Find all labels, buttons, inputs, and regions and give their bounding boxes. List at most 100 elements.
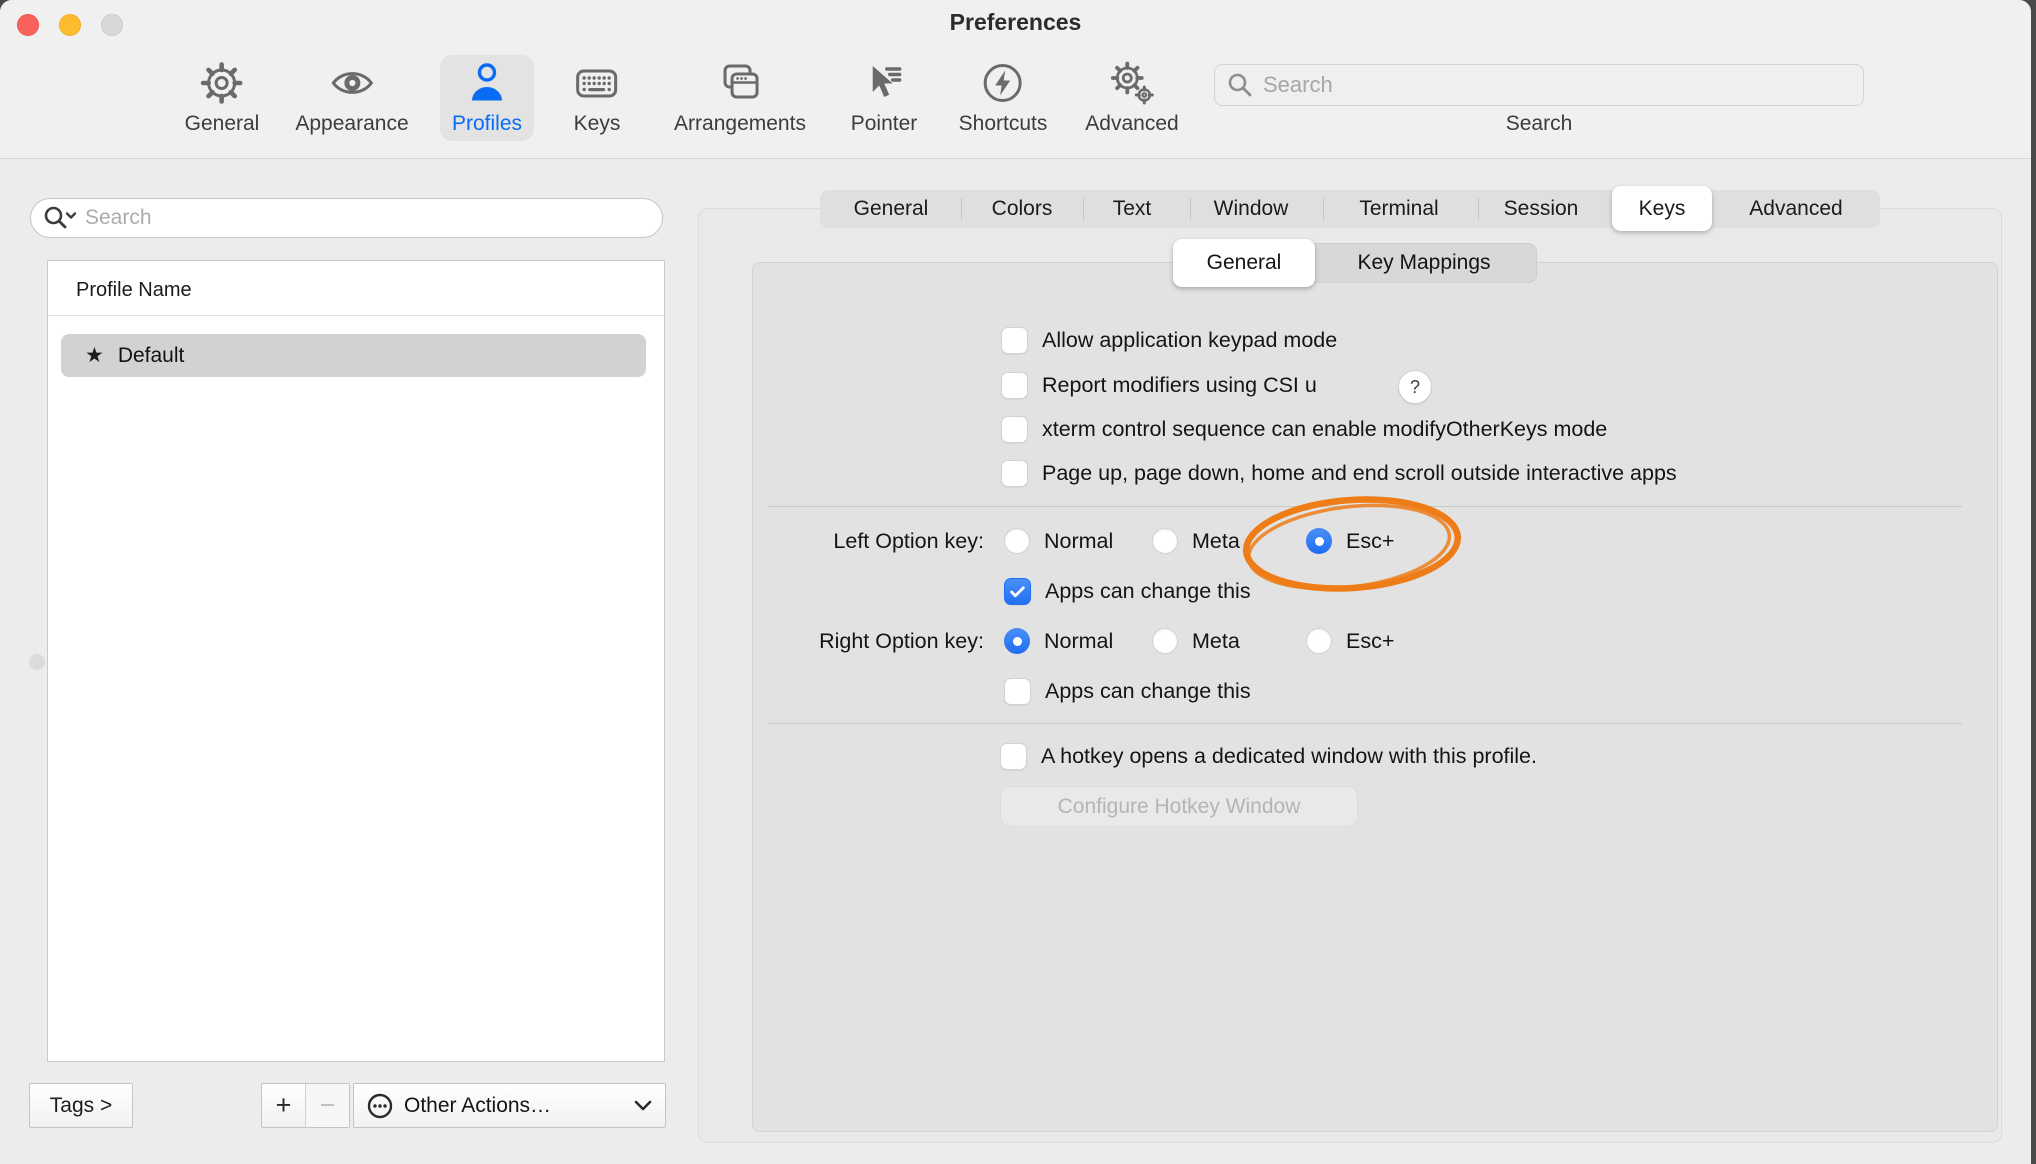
toolbar-label: Profiles	[452, 112, 522, 136]
tab-colors[interactable]: Colors	[992, 197, 1053, 221]
checkbox-label: Apps can change this	[1045, 579, 1251, 604]
checkbox-row: Allow application keypad mode	[1001, 327, 1337, 354]
keyboard-icon	[574, 60, 620, 106]
tab-keys[interactable]: Keys	[1639, 197, 1686, 221]
radio-label: Normal	[1044, 629, 1113, 654]
minimize-button[interactable]	[59, 14, 81, 36]
tab-separator	[961, 198, 962, 220]
allow-keypad-checkbox[interactable]	[1001, 327, 1028, 354]
toolbar-label: Keys	[574, 112, 621, 136]
profile-list: Profile Name ★ Default	[47, 260, 665, 1062]
subtab-general[interactable]: General	[1207, 251, 1282, 275]
left-option-normal-radio[interactable]	[1004, 528, 1030, 554]
checkbox-label: xterm control sequence can enable modify…	[1042, 417, 1607, 442]
right-apps-can-change-checkbox[interactable]	[1004, 678, 1031, 705]
right-option-normal-radio[interactable]	[1004, 628, 1030, 654]
csi-u-checkbox[interactable]	[1001, 372, 1028, 399]
profile-search-input[interactable]: Search	[30, 198, 663, 238]
zoom-button[interactable]	[101, 14, 123, 36]
tab-terminal[interactable]: Terminal	[1359, 197, 1438, 221]
eye-icon	[329, 60, 375, 106]
toolbar-search-caption: Search	[1506, 112, 1573, 136]
scroll-outside-apps-checkbox[interactable]	[1001, 460, 1028, 487]
radio-group-right-option: Normal	[1004, 628, 1113, 654]
tab-separator	[1323, 198, 1324, 220]
checkbox-row: A hotkey opens a dedicated window with t…	[1000, 743, 1537, 770]
radio-label: Normal	[1044, 529, 1113, 554]
toolbar-label: Arrangements	[674, 112, 806, 136]
window-title: Preferences	[950, 9, 1082, 36]
profile-row-default[interactable]: ★ Default	[61, 334, 646, 377]
radio-label: Meta	[1192, 629, 1240, 654]
toolbar-label: Appearance	[295, 112, 408, 136]
checkbox-label: Page up, page down, home and end scroll …	[1042, 461, 1677, 486]
profile-list-header: Profile Name	[76, 279, 192, 302]
gear-icon	[199, 60, 245, 106]
lightning-circle-icon	[980, 60, 1026, 106]
toolbar-search-input[interactable]: Search	[1214, 64, 1864, 106]
toolbar-item-general[interactable]: General	[173, 55, 272, 141]
close-button[interactable]	[17, 14, 39, 36]
radio-label: Esc+	[1346, 629, 1394, 654]
preferences-window: Preferences General Appearance Profiles …	[0, 0, 2031, 1164]
toolbar-label: Pointer	[851, 112, 918, 136]
right-option-meta-radio[interactable]	[1152, 628, 1178, 654]
other-actions-dropdown[interactable]: Other Actions…	[353, 1083, 666, 1128]
toolbar-label: General	[185, 112, 260, 136]
toolbar-item-pointer[interactable]: Pointer	[839, 55, 930, 141]
right-option-key-label: Right Option key:	[730, 629, 984, 654]
ellipsis-circle-icon	[366, 1092, 394, 1120]
subtab-key-mappings[interactable]: Key Mappings	[1357, 251, 1490, 275]
section-divider	[768, 723, 1962, 724]
toolbar-item-keys[interactable]: Keys	[562, 55, 633, 141]
configure-hotkey-window-button[interactable]: Configure Hotkey Window	[1000, 786, 1358, 827]
toolbar-item-shortcuts[interactable]: Shortcuts	[947, 55, 1060, 141]
gears-icon	[1109, 60, 1155, 106]
profile-search-placeholder: Search	[85, 206, 152, 230]
add-remove-group: + −	[261, 1083, 350, 1128]
search-icon	[1227, 72, 1253, 98]
toolbar-label: Advanced	[1085, 112, 1178, 136]
toolbar-item-appearance[interactable]: Appearance	[283, 55, 420, 141]
toolbar-item-arrangements[interactable]: Arrangements	[662, 55, 818, 141]
tags-button[interactable]: Tags >	[29, 1083, 133, 1128]
toolbar-item-profiles[interactable]: Profiles	[440, 55, 534, 141]
radio-label: Esc+	[1346, 529, 1394, 554]
star-icon: ★	[85, 343, 104, 368]
toolbar-label: Shortcuts	[959, 112, 1048, 136]
modify-other-keys-checkbox[interactable]	[1001, 416, 1028, 443]
tab-advanced[interactable]: Advanced	[1749, 197, 1842, 221]
left-option-esc-radio[interactable]	[1306, 528, 1332, 554]
tab-separator	[1478, 198, 1479, 220]
keys-general-pane	[752, 262, 1998, 1132]
cursor-icon	[861, 60, 907, 106]
radio-group-left-option: Normal	[1004, 528, 1113, 554]
checkbox-row: Apps can change this	[1004, 678, 1251, 705]
checkbox-label: A hotkey opens a dedicated window with t…	[1041, 744, 1537, 769]
checkbox-label: Allow application keypad mode	[1042, 328, 1337, 353]
right-option-esc-radio[interactable]	[1306, 628, 1332, 654]
window-edge-dot	[29, 654, 45, 670]
tab-general[interactable]: General	[854, 197, 929, 221]
remove-profile-button[interactable]: −	[305, 1084, 349, 1127]
search-menu-icon	[43, 205, 77, 231]
left-apps-can-change-checkbox[interactable]	[1004, 578, 1031, 605]
left-option-key-label: Left Option key:	[730, 529, 984, 554]
toolbar-item-advanced[interactable]: Advanced	[1073, 55, 1190, 141]
person-icon	[464, 60, 510, 106]
tab-session[interactable]: Session	[1504, 197, 1579, 221]
hotkey-window-checkbox[interactable]	[1000, 743, 1027, 770]
checkbox-label: Apps can change this	[1045, 679, 1251, 704]
toolbar-search-placeholder: Search	[1263, 72, 1333, 98]
profile-name: Default	[118, 344, 185, 368]
checkbox-row: xterm control sequence can enable modify…	[1001, 416, 1607, 443]
checkbox-row: Report modifiers using CSI u	[1001, 372, 1317, 399]
left-option-meta-radio[interactable]	[1152, 528, 1178, 554]
tab-text[interactable]: Text	[1113, 197, 1152, 221]
other-actions-label: Other Actions…	[404, 1094, 633, 1118]
help-button[interactable]: ?	[1398, 370, 1432, 404]
tab-window[interactable]: Window	[1214, 197, 1289, 221]
section-divider	[768, 506, 1962, 507]
add-profile-button[interactable]: +	[262, 1084, 305, 1127]
tab-separator	[1190, 198, 1191, 220]
